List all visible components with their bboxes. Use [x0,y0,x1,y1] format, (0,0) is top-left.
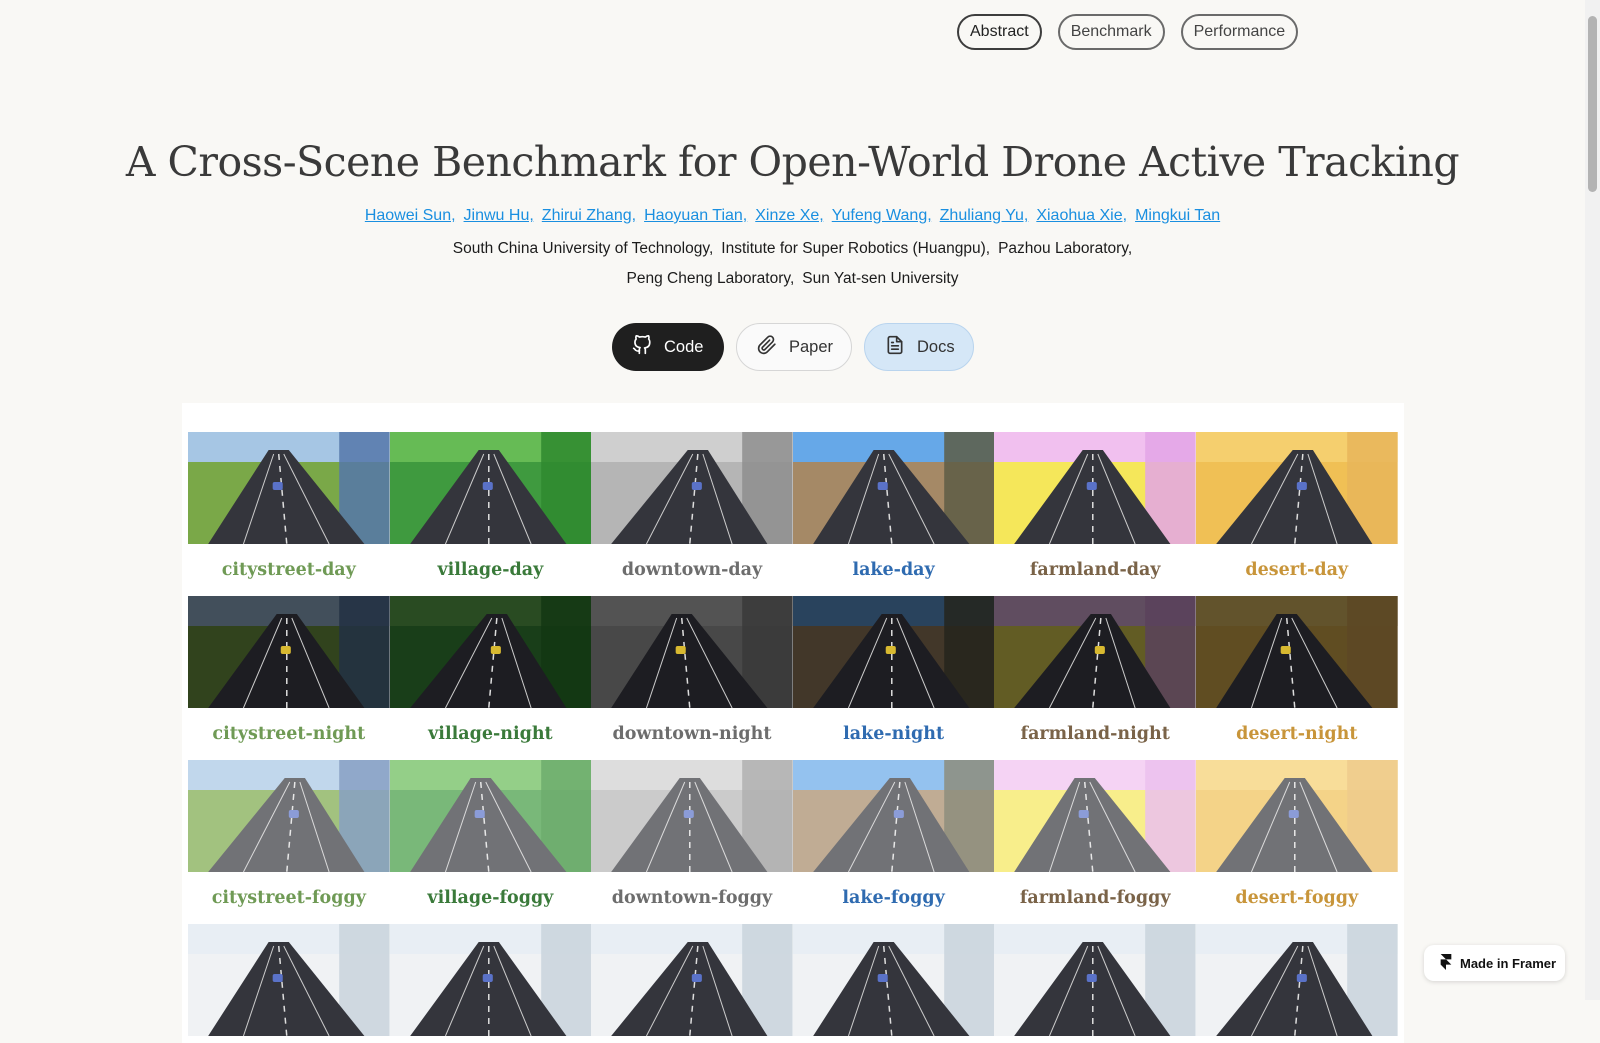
affiliation: South China University of Technology, [452,240,714,257]
author-link[interactable]: Jinwu Hu, [464,207,534,224]
scene-image-village [389,924,592,1036]
github-icon [632,334,652,360]
scene-grid: citystreet-day village-day downtown-day lak… [188,432,1398,1036]
scene-label: farmland-day [1029,560,1161,580]
scene-image-desert [1195,596,1398,708]
paper-button-label: Paper [789,337,834,356]
scene-label: farmland-foggy [1019,888,1171,908]
code-button-label: Code [664,337,704,356]
scene-image-downtown [591,596,793,708]
nav-performance[interactable]: Performance [1180,14,1299,50]
nav-abstract[interactable]: Abstract [957,14,1042,50]
author-link[interactable]: Zhuliang Yu, [940,207,1029,224]
scene-label: citystreet-night [212,724,366,744]
nav-benchmark[interactable]: Benchmark [1057,14,1165,50]
author-link[interactable]: Xiaohua Xie, [1036,207,1127,224]
docs-button[interactable]: Docs [864,323,974,371]
author-link[interactable]: Xinze Xe, [755,207,823,224]
page-title: A Cross-Scene Benchmark for Open-World D… [125,138,1460,186]
scene-label: citystreet-foggy [211,888,366,908]
scene-image-farmland [994,432,1196,544]
author-list: Haowei Sun, Jinwu Hu, Zhirui Zhang, Haoyuan… [0,207,1585,225]
scene-label: citystreet-day [221,560,356,580]
author-link[interactable]: Haoyuan Tian, [644,207,747,224]
scene-row-day: citystreet-day village-day downtown-day lak… [188,432,1398,596]
paperclip-icon [757,334,777,360]
top-nav: Abstract Benchmark Performance [957,14,1299,50]
scene-image-citystreet [188,760,390,872]
scene-label: downtown-foggy [611,888,773,908]
scene-label: desert-day [1245,560,1349,580]
scene-image-farmland [994,760,1196,872]
document-icon [885,335,905,360]
scene-label: lake-night [843,724,945,744]
scene-row-snow [188,924,1398,1036]
scene-image-downtown [591,432,793,544]
scene-label: desert-foggy [1235,888,1359,908]
scene-label: village-foggy [427,888,554,908]
scene-image-farmland [994,924,1196,1036]
scrollbar-thumb[interactable] [1588,16,1597,192]
scene-image-citystreet [188,432,390,544]
scene-label: lake-foggy [842,888,945,908]
framer-badge-label: Made in Framer [1460,955,1557,971]
scene-label: downtown-day [621,560,763,580]
author-link[interactable]: Mingkui Tan [1135,207,1220,224]
scene-image-citystreet [188,924,390,1036]
made-in-framer-badge[interactable]: Made in Framer [1424,945,1565,981]
docs-button-label: Docs [917,337,955,356]
scene-image-citystreet [188,596,390,708]
affiliation: Pazhou Laboratory, [998,240,1133,257]
author-link[interactable]: Haowei Sun, [365,207,456,224]
affiliation: Institute for Super Robotics (Huangpu), [721,240,991,257]
scene-image-lake [792,760,995,872]
paper-button[interactable]: Paper [736,323,852,371]
scene-row-foggy: citystreet-foggy village-foggy downtown-fo… [188,760,1398,924]
scene-image-village [389,432,592,544]
scene-image-lake [792,596,995,708]
scene-image-village [389,760,592,872]
scene-label: desert-night [1236,724,1358,744]
scene-image-downtown [591,924,793,1036]
scene-label: lake-day [852,560,935,580]
scene-image-village [389,596,592,708]
affiliations-line-2: Peng Cheng Laboratory, Sun Yat-sen Univer… [0,270,1585,288]
code-button[interactable]: Code [612,323,724,371]
scene-gallery: citystreet-day village-day downtown-day lak… [182,403,1404,1043]
scene-row-night: citystreet-night village-night downtown-ni… [188,596,1398,760]
affiliations-line-1: South China University of Technology, Ins… [0,240,1585,258]
scene-label: village-day [437,560,544,580]
author-link[interactable]: Yufeng Wang, [832,207,932,224]
author-link[interactable]: Zhirui Zhang, [542,207,636,224]
scene-image-desert [1195,924,1398,1036]
scene-image-lake [792,924,995,1036]
affiliation: Peng Cheng Laboratory, [626,270,795,287]
scene-label: village-night [428,724,553,744]
scene-image-desert [1195,760,1398,872]
scene-image-lake [792,432,995,544]
scene-label: farmland-night [1020,724,1170,744]
scene-image-desert [1195,432,1398,544]
scene-image-downtown [591,760,793,872]
page-scrollbar[interactable] [1585,0,1600,1000]
link-buttons: Code Paper Docs [612,323,974,371]
framer-logo-icon [1440,953,1452,973]
scene-label: downtown-night [612,724,772,744]
scene-image-farmland [994,596,1196,708]
affiliation: Sun Yat-sen University [802,270,959,287]
